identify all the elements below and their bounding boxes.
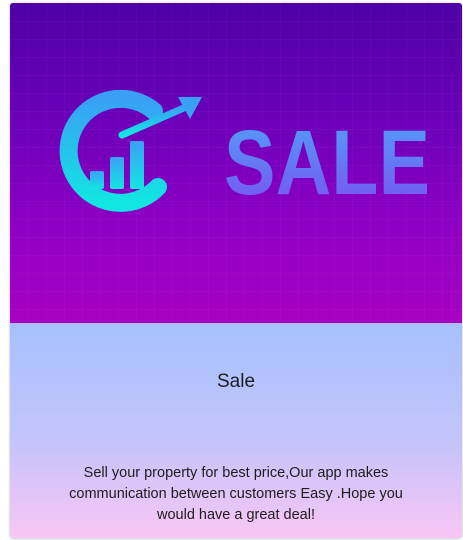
card-image: SALE — [10, 3, 462, 323]
sale-logo-text: SALE — [224, 112, 430, 214]
card-description: Sell your property for best price,Our ap… — [69, 465, 403, 523]
property-card[interactable]: SALE Sale Sell your property for best pr… — [10, 3, 462, 538]
card-title: Sale — [216, 371, 256, 392]
card-body: Sale Sell your property for best price,O… — [10, 323, 462, 538]
sale-logo-graphic: SALE — [10, 3, 462, 323]
